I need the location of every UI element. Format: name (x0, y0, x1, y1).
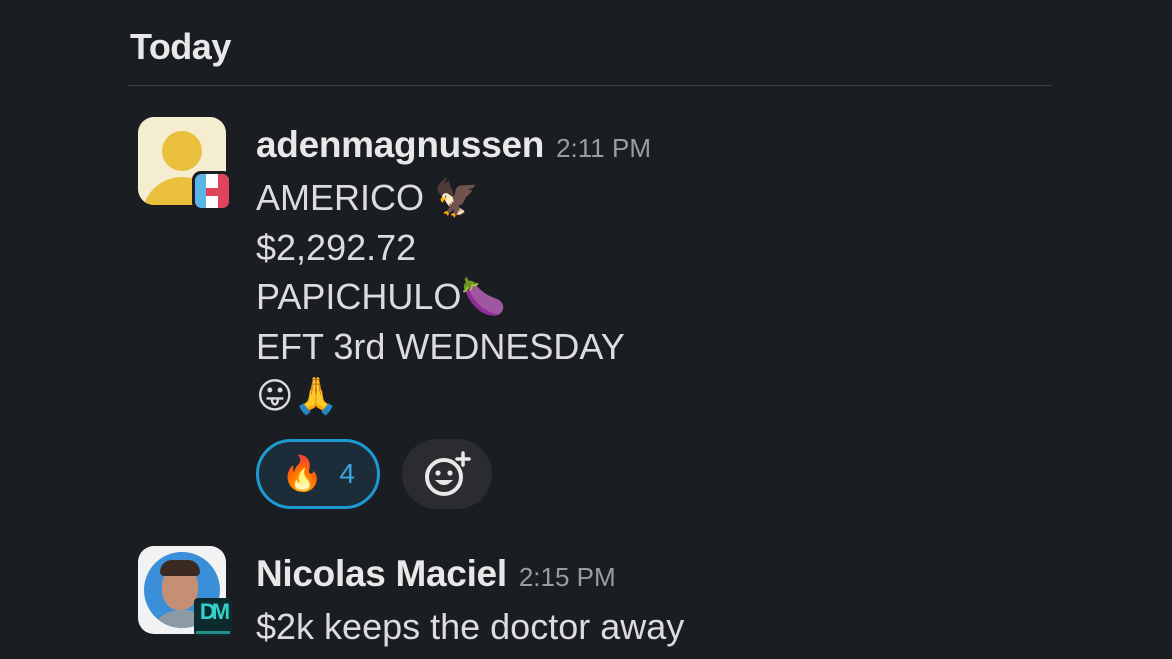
dm-logo-badge-icon: DM (194, 598, 232, 636)
timestamp[interactable]: 2:15 PM (519, 562, 616, 593)
message-text: EFT 3rd WEDNESDAY (256, 326, 625, 367)
message-line: AMERICO 🦅 (256, 173, 1036, 223)
reactions-bar: 🔥 4 (256, 439, 1036, 509)
message-line: 😛🙏 (256, 371, 1036, 421)
date-divider-line (128, 85, 1052, 86)
reaction-count: 4 (339, 458, 355, 489)
default-avatar-head (162, 131, 202, 171)
message-content: adenmagnussen 2:11 PM AMERICO 🦅 $2,292.7… (256, 117, 1036, 509)
sender-name[interactable]: adenmagnussen (256, 117, 544, 173)
date-divider-label: Today (130, 26, 231, 67)
fire-emoji-icon: 🔥 (281, 454, 324, 494)
tongue-and-pray-emoji-icon: 😛🙏 (256, 376, 339, 417)
message-line: $2,292.72 (256, 223, 1036, 272)
message-line: PAPICHULO🍆 (256, 272, 1036, 322)
message-text: AMERICO (256, 177, 425, 218)
message-meta: Nicolas Maciel 2:15 PM (256, 546, 1036, 602)
message-line: EFT 3rd WEDNESDAY (256, 322, 1036, 371)
message-text: PAPICHULO (256, 276, 462, 317)
message-line: $2k keeps the doctor away (256, 602, 1036, 651)
timestamp[interactable]: 2:11 PM (556, 133, 651, 164)
message-text: $2k keeps the doctor away (256, 606, 685, 647)
sender-name[interactable]: Nicolas Maciel (256, 546, 507, 602)
add-reaction-icon (425, 451, 471, 496)
message-pane: Today adenmagnussen 2:11 PM AMERICO 🦅 $2… (0, 0, 1172, 659)
eggplant-emoji-icon: 🍆 (461, 277, 507, 318)
eagle-emoji-icon: 🦅 (434, 178, 479, 219)
message-meta: adenmagnussen 2:11 PM (256, 117, 1036, 173)
reaction-fire[interactable]: 🔥 4 (256, 439, 380, 509)
add-reaction-button[interactable] (402, 439, 492, 509)
message-text: $2,292.72 (256, 227, 417, 268)
org-badge-icon (192, 171, 232, 211)
message-content: Nicolas Maciel 2:15 PM $2k keeps the doc… (256, 546, 1036, 651)
